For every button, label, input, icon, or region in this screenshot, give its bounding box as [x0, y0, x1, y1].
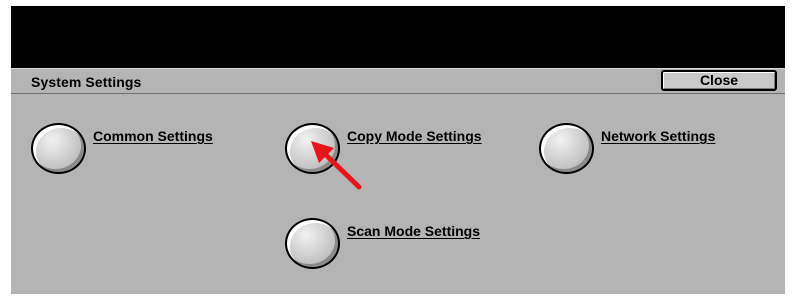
common-settings-radio[interactable]	[31, 123, 86, 174]
close-button[interactable]: Close	[661, 70, 777, 91]
title-bar: System Settings Close	[11, 68, 785, 94]
common-settings-label[interactable]: Common Settings	[93, 128, 213, 144]
system-settings-screen: System Settings Close Common Settings Co…	[0, 0, 793, 298]
scan-mode-settings-option[interactable]: Scan Mode Settings	[285, 218, 505, 273]
scan-mode-settings-radio[interactable]	[285, 218, 340, 269]
copy-mode-settings-label[interactable]: Copy Mode Settings	[347, 128, 482, 144]
common-settings-option[interactable]: Common Settings	[31, 123, 231, 178]
scan-mode-settings-label[interactable]: Scan Mode Settings	[347, 223, 480, 239]
network-settings-radio[interactable]	[539, 123, 594, 174]
copy-mode-settings-option[interactable]: Copy Mode Settings	[285, 123, 505, 178]
network-settings-option[interactable]: Network Settings	[539, 123, 739, 178]
copy-mode-settings-radio[interactable]	[285, 123, 340, 174]
page-title: System Settings	[31, 74, 142, 90]
network-settings-label[interactable]: Network Settings	[601, 128, 715, 144]
top-display-bar	[11, 6, 785, 68]
